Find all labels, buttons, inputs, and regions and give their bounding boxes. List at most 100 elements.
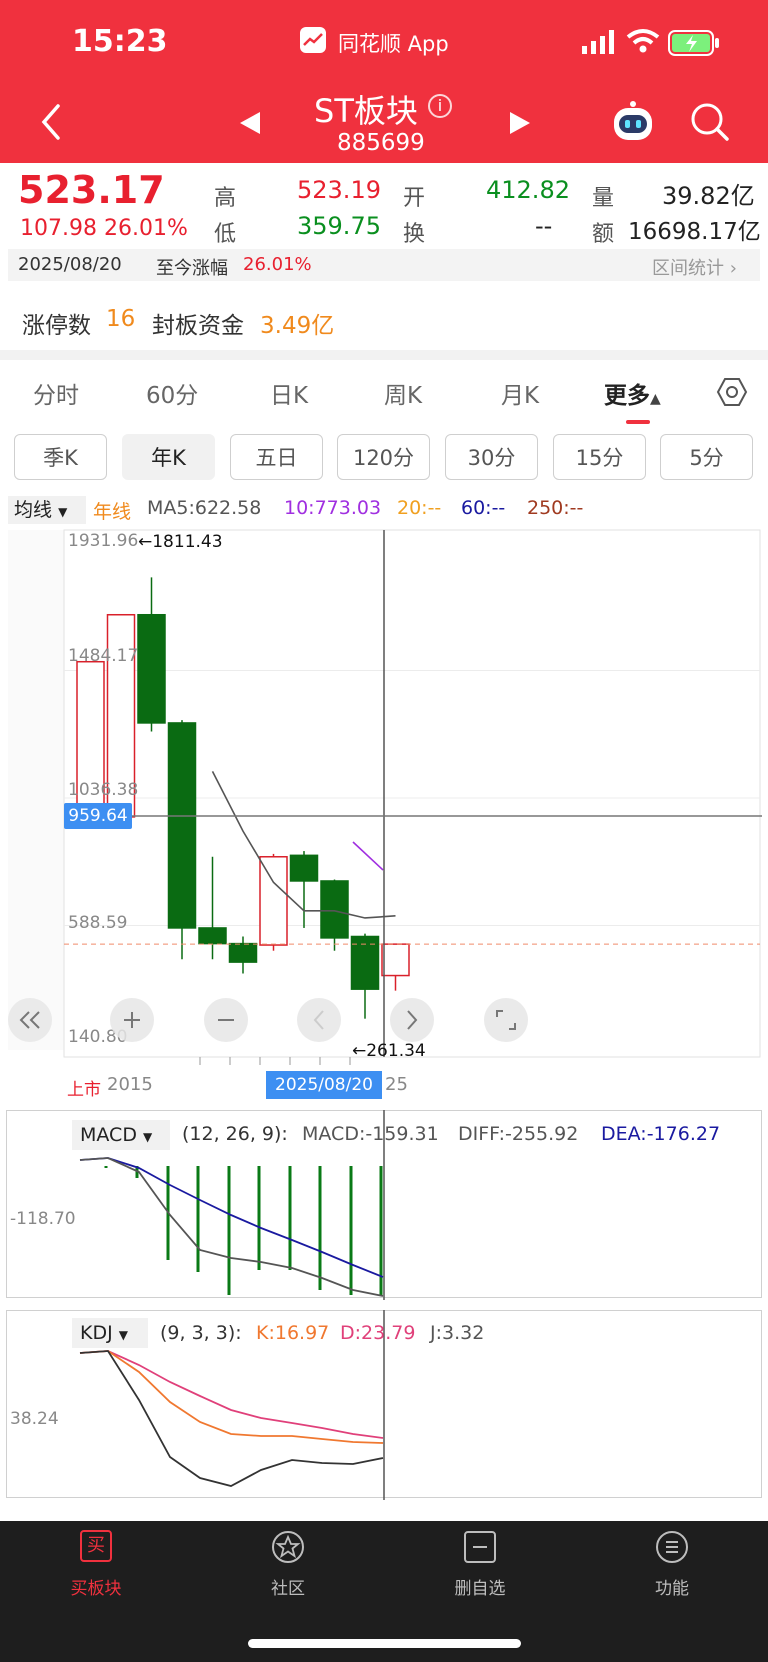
nav-community-label: 社区 <box>271 1579 305 1599</box>
price-change: 107.98 <box>20 216 97 241</box>
kdj-axis-label: 38.24 <box>10 1409 59 1429</box>
period-year[interactable]: 年K <box>122 434 215 480</box>
kdj-k: K:16.97 <box>256 1322 330 1344</box>
kdj-j-line <box>79 1350 384 1487</box>
x-year-label: 2015 <box>107 1074 153 1095</box>
robot-avatar-icon[interactable] <box>610 100 656 146</box>
high-label: 高 <box>214 186 237 211</box>
scroll-right-button[interactable] <box>390 998 434 1042</box>
macd-diff: DIFF:-255.92 <box>458 1123 579 1145</box>
ma60-value: 60:-- <box>461 497 506 519</box>
chevron-left-icon <box>41 104 60 140</box>
nav-buy-button[interactable]: 买 买板块 <box>36 1530 156 1599</box>
amount-value: 16698.17亿 <box>628 219 761 245</box>
tab-monthly[interactable]: 月K <box>501 376 539 410</box>
triangle-right-icon <box>510 112 530 134</box>
dea-line <box>79 1157 384 1278</box>
zoom-out-button[interactable] <box>204 998 248 1042</box>
kdj-params: (9, 3, 3): <box>160 1322 242 1344</box>
range-date: 2025/08/20 <box>18 254 122 275</box>
amount-label: 额 <box>592 222 615 247</box>
kdj-selector[interactable]: KDJ ▼ <box>72 1318 148 1348</box>
tab-more[interactable]: 更多▲ <box>604 376 661 410</box>
top-header: 15:23 同花顺 App ST板块 i 885699 <box>0 0 768 163</box>
caret-down-icon: ▼ <box>118 1328 128 1342</box>
ma-line-label: 年线 <box>93 501 132 523</box>
x-listing-label: 上市 <box>67 1080 101 1100</box>
ma250-value: 250:-- <box>527 497 584 519</box>
period-120min[interactable]: 120分 <box>337 434 430 480</box>
tab-active-indicator <box>626 420 650 424</box>
menu-circle-icon <box>655 1530 689 1564</box>
limit-count-value: 16 <box>106 306 136 332</box>
ma10-value: 10:773.03 <box>284 497 382 519</box>
signal-icon <box>582 30 618 58</box>
status-time: 15:23 <box>72 24 168 59</box>
candle-up <box>259 856 288 946</box>
min-price-label: ←261.34 <box>352 1041 426 1061</box>
kdj-j: J:3.32 <box>430 1322 485 1344</box>
kdj-d: D:23.79 <box>340 1322 416 1344</box>
ma-selector[interactable]: 均线 ▼ <box>8 496 86 524</box>
candle-down <box>289 854 319 882</box>
fullscreen-button[interactable] <box>484 998 528 1042</box>
period-30min[interactable]: 30分 <box>445 434 538 480</box>
macd-selector[interactable]: MACD ▼ <box>72 1120 170 1150</box>
double-chevron-left-icon <box>19 1011 40 1029</box>
limit-funds-label: 封板资金 <box>152 313 244 339</box>
minus-icon <box>218 1019 234 1021</box>
plus-icon <box>124 1012 140 1028</box>
battery-icon <box>668 30 720 60</box>
period-quarter[interactable]: 季K <box>14 434 107 480</box>
candle-down <box>167 722 197 929</box>
macd-selector-label: MACD <box>80 1124 137 1146</box>
tab-60min[interactable]: 60分 <box>146 376 198 410</box>
y-tick-3: 1036.38 <box>68 780 139 800</box>
search-icon[interactable] <box>690 102 730 146</box>
page-title: ST板块 <box>314 92 418 130</box>
y-tick-2: 1484.17 <box>68 646 139 666</box>
tab-weekly[interactable]: 周K <box>384 376 422 410</box>
collapse-left-button[interactable] <box>8 998 52 1042</box>
macd-params: (12, 26, 9): <box>182 1123 288 1145</box>
cursor-price-badge: 959.64 <box>64 803 132 829</box>
nav-buy-label: 买板块 <box>70 1579 122 1599</box>
nav-community-button[interactable]: 社区 <box>228 1530 348 1599</box>
period-15min[interactable]: 15分 <box>553 434 646 480</box>
zoom-in-button[interactable] <box>110 998 154 1042</box>
next-stock-button[interactable] <box>508 110 532 140</box>
back-button[interactable] <box>36 100 66 144</box>
tab-daily[interactable]: 日K <box>270 376 308 410</box>
section-divider <box>0 350 768 360</box>
range-stats-link[interactable]: 区间统计 › <box>652 254 737 280</box>
volume-value: 39.82亿 <box>662 182 755 210</box>
caret-up-icon: ▲ <box>650 391 661 407</box>
fullscreen-icon <box>496 1010 516 1030</box>
period-5day[interactable]: 五日 <box>230 434 323 480</box>
settings-hexagon-icon[interactable] <box>716 376 748 412</box>
range-label: 至今涨幅 <box>156 258 228 279</box>
turnover-value: -- <box>535 212 553 240</box>
nav-functions-button[interactable]: 功能 <box>612 1530 732 1599</box>
period-5min[interactable]: 5分 <box>660 434 753 480</box>
minus-square-icon <box>463 1530 497 1564</box>
range-stats-label: 区间统计 <box>652 258 724 279</box>
stock-code: 885699 <box>337 130 425 156</box>
limit-count-label: 涨停数 <box>22 313 91 339</box>
prev-stock-button[interactable] <box>238 110 262 140</box>
wifi-icon <box>626 28 660 58</box>
scroll-left-button[interactable] <box>297 998 341 1042</box>
chevron-right-icon <box>407 1010 418 1030</box>
y-tick-1: 1931.96 <box>68 531 139 551</box>
info-icon[interactable]: i <box>428 94 452 118</box>
last-price: 523.17 <box>18 168 165 212</box>
tab-timeshare[interactable]: 分时 <box>33 376 79 410</box>
nav-remove-watchlist-button[interactable]: 删自选 <box>420 1530 540 1599</box>
cursor-date-badge: 2025/08/20 <box>266 1071 382 1099</box>
diff-line <box>79 1157 384 1297</box>
ma20-value: 20:-- <box>397 497 442 519</box>
nav-remove-label: 删自选 <box>454 1579 506 1599</box>
status-app-name: 同花顺 App <box>338 32 449 56</box>
x-right-label: 25 <box>385 1074 408 1095</box>
macd-dea: DEA:-176.27 <box>601 1123 721 1145</box>
